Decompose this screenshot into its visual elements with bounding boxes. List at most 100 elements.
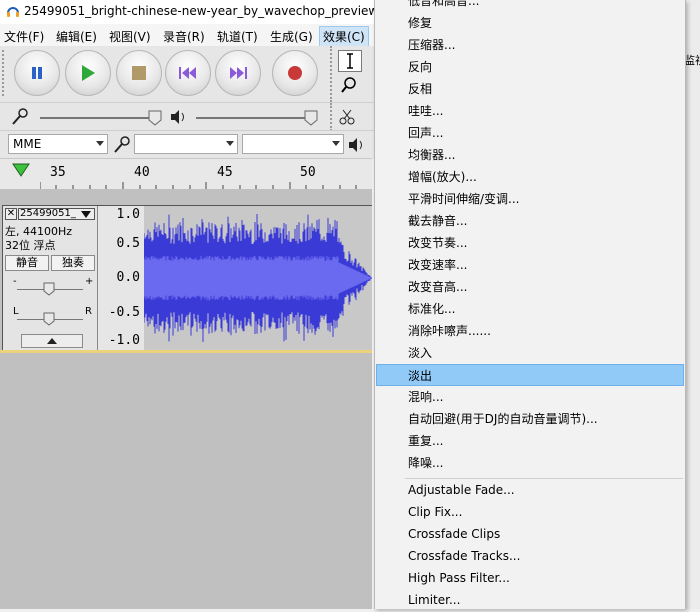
play-button[interactable] xyxy=(65,50,111,96)
menu-tracks[interactable]: 轨道(T) xyxy=(214,27,261,46)
background-window-edge: 监视 xyxy=(684,0,700,609)
toolbar-grip[interactable] xyxy=(330,103,334,131)
menu-item-fade-in[interactable]: 淡入 xyxy=(375,341,685,363)
pause-button[interactable] xyxy=(14,50,60,96)
menu-item-clip-fix[interactable]: Clip Fix... xyxy=(375,502,685,524)
menu-effect[interactable]: 效果(C) xyxy=(319,26,369,47)
close-track-button[interactable]: ✕ xyxy=(5,208,17,220)
menu-item-normalize[interactable]: 标准化... xyxy=(375,297,685,319)
output-volume-thumb[interactable] xyxy=(304,110,318,126)
waveform[interactable] xyxy=(144,206,372,350)
menu-item-repeat[interactable]: 重复... xyxy=(375,429,685,451)
recording-device-select[interactable] xyxy=(134,134,238,154)
selection-tool-button[interactable] xyxy=(338,50,362,72)
audio-host-value: MME xyxy=(13,137,42,151)
axis-label: -1.0 xyxy=(108,333,140,348)
skip-start-button[interactable] xyxy=(165,50,211,96)
ibeam-icon xyxy=(347,53,353,69)
chevron-down-icon xyxy=(96,141,104,146)
menu-item-wahwah[interactable]: 哇哇... xyxy=(375,99,685,121)
gain-slider-thumb[interactable] xyxy=(43,282,55,296)
partial-label: 监视 xyxy=(684,54,700,67)
cut-icon[interactable] xyxy=(338,108,356,126)
speaker-icon xyxy=(349,138,362,152)
menu-generate[interactable]: 生成(G) xyxy=(267,27,316,46)
menu-item-crossfade-clips[interactable]: Crossfade Clips xyxy=(375,524,685,546)
gain-plus-label: + xyxy=(85,276,94,287)
ruler-tick-label: 45 xyxy=(217,165,233,180)
menu-edit[interactable]: 编辑(E) xyxy=(53,27,100,46)
skip-end-icon xyxy=(230,67,247,79)
ruler-tick-label: 40 xyxy=(134,165,150,180)
pan-slider-thumb[interactable] xyxy=(43,312,55,326)
menu-item-bass-treble[interactable]: 低音和高音... xyxy=(375,0,685,11)
record-button[interactable] xyxy=(272,50,318,96)
menu-item-fade-out[interactable]: 淡出 xyxy=(376,364,684,386)
play-head-triangle-icon[interactable] xyxy=(12,163,30,177)
menu-item-sliding-stretch[interactable]: 平滑时间伸缩/变调... xyxy=(375,187,685,209)
menu-item-change-speed[interactable]: 改变速率... xyxy=(375,253,685,275)
input-volume-slider[interactable] xyxy=(40,117,160,119)
menu-file[interactable]: 文件(F) xyxy=(1,27,47,46)
skip-end-button[interactable] xyxy=(215,50,261,96)
chevron-up-icon xyxy=(47,338,57,344)
close-icon: ✕ xyxy=(6,208,16,219)
play-icon xyxy=(82,65,95,81)
menu-item-compressor[interactable]: 压缩器... xyxy=(375,33,685,55)
menu-item-crossfade-tracks[interactable]: Crossfade Tracks... xyxy=(375,546,685,568)
menu-item-truncate-silence[interactable]: 截去静音... xyxy=(375,209,685,231)
zoom-tool-button[interactable] xyxy=(338,74,362,96)
track-control-panel: ✕ 25499051_ 左, 44100Hz 32位 浮点 静音 独奏 - + … xyxy=(3,206,98,350)
stop-icon xyxy=(132,66,146,80)
track-selection-border xyxy=(0,350,372,353)
axis-label: -0.5 xyxy=(108,305,140,320)
waveform-graphic xyxy=(144,213,372,342)
ruler-ticks xyxy=(40,182,357,189)
track-info-format: 32位 浮点 xyxy=(5,239,56,252)
collapse-track-button[interactable] xyxy=(21,334,83,348)
recording-channels-select[interactable] xyxy=(242,134,344,154)
menu-item-change-tempo[interactable]: 改变节奏... xyxy=(375,231,685,253)
chevron-down-icon xyxy=(332,141,340,146)
pause-icon xyxy=(32,67,42,79)
chevron-down-icon xyxy=(81,211,91,218)
axis-label: 0.5 xyxy=(116,236,140,251)
ruler-tick-label: 35 xyxy=(50,165,66,180)
output-volume-slider[interactable] xyxy=(196,117,316,119)
menu-item-equalizer[interactable]: 均衡器... xyxy=(375,143,685,165)
menu-view[interactable]: 视图(V) xyxy=(106,27,154,46)
app-icon xyxy=(7,7,19,17)
menu-item-adjustable-fade[interactable]: Adjustable Fade... xyxy=(375,480,685,502)
menu-item-change-pitch[interactable]: 改变音高... xyxy=(375,275,685,297)
menu-item-high-pass-filter[interactable]: High Pass Filter... xyxy=(375,568,685,590)
zoom-icon xyxy=(341,77,356,93)
menu-item-noise-reduction[interactable]: 降噪... xyxy=(375,451,685,473)
menu-item-echo[interactable]: 回声... xyxy=(375,121,685,143)
toolbar-grip[interactable] xyxy=(330,46,334,102)
input-volume-thumb[interactable] xyxy=(148,110,162,126)
skip-start-icon xyxy=(179,67,196,79)
menu-item-repair[interactable]: 修复 xyxy=(375,11,685,33)
timeline-ruler[interactable]: 35 40 45 50 xyxy=(0,158,372,190)
menu-item-reverb[interactable]: 混响... xyxy=(375,385,685,407)
menu-record[interactable]: 录音(R) xyxy=(160,27,208,46)
menu-item-reverse[interactable]: 反向 xyxy=(375,55,685,77)
axis-label: 0.0 xyxy=(116,270,140,285)
effect-menu: 低音和高音... 修复 压缩器... 反向 反相 哇哇... 回声... 均衡器… xyxy=(374,0,686,609)
ruler-tick-label: 50 xyxy=(300,165,316,180)
menu-item-auto-duck[interactable]: 自动回避(用于DJ的自动音量调节)... xyxy=(375,407,685,429)
menu-item-invert[interactable]: 反相 xyxy=(375,77,685,99)
mute-button[interactable]: 静音 xyxy=(5,255,49,271)
pan-right-label: R xyxy=(85,306,92,317)
microphone-icon xyxy=(114,136,130,153)
menu-item-click-removal[interactable]: 消除咔嚓声...... xyxy=(375,319,685,341)
record-icon xyxy=(288,66,302,80)
track-name-menu[interactable]: 25499051_ xyxy=(18,208,95,220)
solo-button[interactable]: 独奏 xyxy=(51,255,95,271)
speaker-icon xyxy=(171,110,184,124)
toolbar-grip[interactable] xyxy=(2,50,8,96)
menu-item-amplify[interactable]: 增幅(放大)... xyxy=(375,165,685,187)
menu-separator xyxy=(405,478,683,479)
audio-host-select[interactable]: MME xyxy=(8,134,108,154)
stop-button[interactable] xyxy=(116,50,162,96)
